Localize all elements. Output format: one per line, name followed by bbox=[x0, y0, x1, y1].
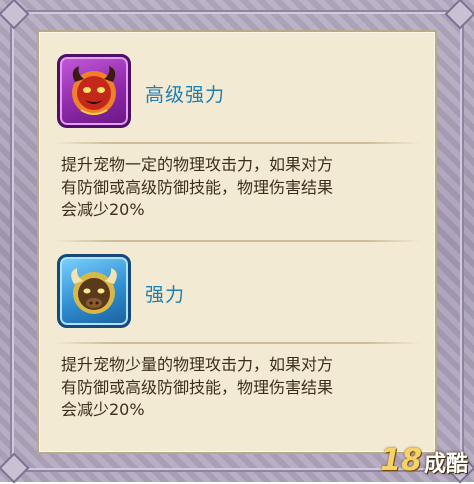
skill-name: 高级强力 bbox=[145, 84, 226, 106]
watermark-text: 成酷 bbox=[423, 452, 468, 477]
skill-description-line: 提升宠物少量的物理攻击力，如果对方 bbox=[61, 355, 334, 374]
skill-row-strength: 强力 bbox=[57, 254, 417, 334]
skill-description-line: 有防御或高级防御技能，物理伤害结果 bbox=[61, 177, 334, 197]
site-watermark-logo: 18 成酷 bbox=[380, 443, 468, 478]
golden-bull-pet-icon-art bbox=[71, 268, 117, 314]
skill-description-line: 会减少20% bbox=[61, 400, 145, 419]
skill-row-advanced-strength: 高级强力 bbox=[57, 54, 417, 134]
skill-name: 强力 bbox=[145, 284, 186, 306]
skill-description-line: 会减少20% bbox=[61, 200, 145, 219]
red-demon-pet-icon-art bbox=[72, 66, 116, 115]
section-divider bbox=[53, 240, 421, 242]
skill-description-line: 有防御或高级防御技能，物理伤害结果 bbox=[61, 377, 334, 397]
skill-description: 提升宠物一定的物理攻击力，如果对方 有防御或高级防御技能，物理伤害结果 会减少2… bbox=[61, 154, 421, 222]
window-frame: 高级强力 提升宠物一定的物理攻击力，如果对方 有防御或高级防御技能，物理伤害结果… bbox=[0, 0, 474, 484]
watermark-number: 18 bbox=[380, 443, 422, 478]
skill-info-panel: 高级强力 提升宠物一定的物理攻击力，如果对方 有防御或高级防御技能，物理伤害结果… bbox=[37, 30, 437, 454]
skill-description-line: 提升宠物一定的物理攻击力，如果对方 bbox=[61, 155, 334, 174]
red-demon-pet-icon[interactable] bbox=[57, 54, 131, 128]
section-divider bbox=[53, 142, 421, 144]
skill-description: 提升宠物少量的物理攻击力，如果对方 有防御或高级防御技能，物理伤害结果 会减少2… bbox=[61, 354, 421, 422]
golden-bull-pet-icon[interactable] bbox=[57, 254, 131, 328]
section-divider bbox=[53, 342, 421, 344]
